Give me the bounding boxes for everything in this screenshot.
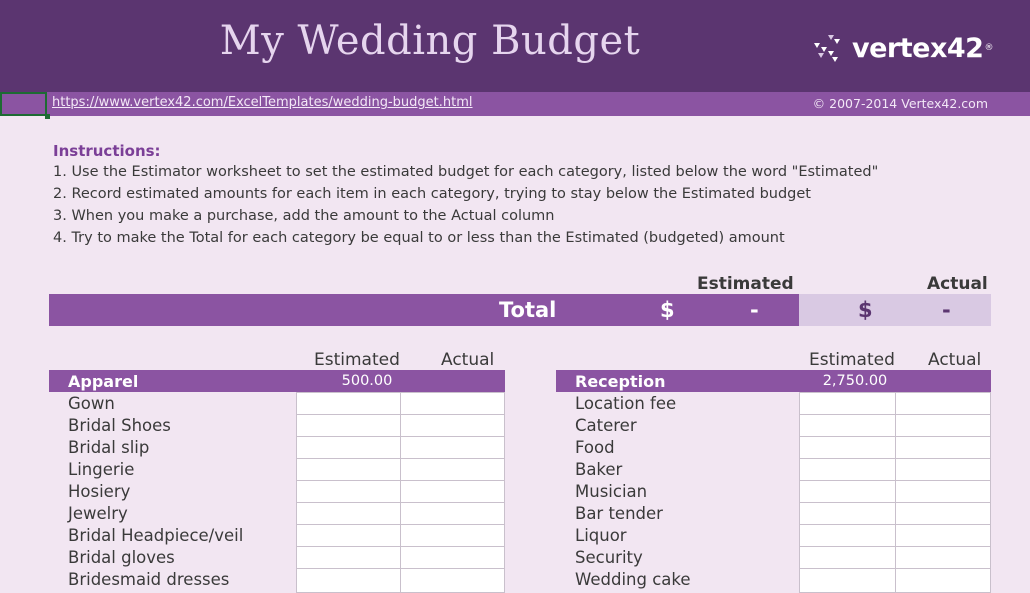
- reception-actual-cell[interactable]: [895, 414, 991, 437]
- reception-actual-cell[interactable]: [895, 392, 991, 415]
- reception-item: Location fee: [575, 394, 677, 413]
- reception-actual-cell[interactable]: [895, 546, 991, 569]
- total-row: [49, 294, 799, 326]
- reception-estimated-cell[interactable]: [799, 392, 896, 415]
- reception-estimated-cell[interactable]: [799, 480, 896, 503]
- apparel-item: Bridal slip: [68, 438, 150, 457]
- apparel-estimated-cell[interactable]: [296, 502, 401, 525]
- apparel-actual-cell[interactable]: [400, 392, 505, 415]
- total-estimated-header: Estimated: [697, 274, 794, 294]
- apparel-item: Hosiery: [68, 482, 131, 501]
- reception-actual-cell[interactable]: [895, 568, 991, 593]
- total-actual-value: -: [942, 298, 951, 322]
- reception-item: Liquor: [575, 526, 627, 545]
- apparel-item: Jewelry: [68, 504, 128, 523]
- vertex42-logo[interactable]: vertex42 ®: [812, 30, 993, 66]
- page-title: My Wedding Budget: [219, 18, 641, 64]
- reception-estimated-cell[interactable]: [799, 436, 896, 459]
- logo-registered-mark: ®: [984, 43, 994, 53]
- reception-item: Security: [575, 548, 643, 567]
- apparel-actual-cell[interactable]: [400, 524, 505, 547]
- total-actual-currency: $: [858, 298, 873, 322]
- instruction-line: 4. Try to make the Total for each catego…: [53, 230, 785, 246]
- reception-item: Caterer: [575, 416, 637, 435]
- apparel-estimated-cell[interactable]: [296, 414, 401, 437]
- apparel-item: Gown: [68, 394, 115, 413]
- reception-item: Wedding cake: [575, 570, 691, 589]
- reception-item: Food: [575, 438, 615, 457]
- reception-estimated-cell[interactable]: [799, 458, 896, 481]
- fill-handle[interactable]: [45, 114, 50, 119]
- instruction-line: 1. Use the Estimator worksheet to set th…: [53, 164, 879, 180]
- total-actual-cell[interactable]: [799, 294, 991, 326]
- reception-estimated-cell[interactable]: [799, 414, 896, 437]
- apparel-item: Lingerie: [68, 460, 135, 479]
- reception-estimated-cell[interactable]: [799, 524, 896, 547]
- total-estimated-value: -: [750, 298, 759, 322]
- apparel-actual-cell[interactable]: [400, 568, 505, 593]
- apparel-estimated-cell[interactable]: [296, 524, 401, 547]
- copyright-text: © 2007-2014 Vertex42.com: [812, 96, 988, 111]
- apparel-estimated-cell[interactable]: [296, 480, 401, 503]
- selected-cell[interactable]: [0, 92, 47, 116]
- instruction-line: 3. When you make a purchase, add the amo…: [53, 208, 555, 224]
- apparel-item: Bridal Shoes: [68, 416, 171, 435]
- vertex-logo-icon: [814, 35, 840, 62]
- instructions-heading: Instructions:: [53, 142, 161, 160]
- apparel-estimated-cell[interactable]: [296, 436, 401, 459]
- reception-item: Baker: [575, 460, 623, 479]
- reception-estimated-cell[interactable]: [799, 502, 896, 525]
- reception-actual-cell[interactable]: [895, 502, 991, 525]
- reception-actual-cell[interactable]: [895, 524, 991, 547]
- reception-estimated-header: Estimated: [809, 350, 895, 370]
- apparel-item: Bridal gloves: [68, 548, 175, 567]
- reception-item: Bar tender: [575, 504, 663, 523]
- apparel-item: Bridal Headpiece/veil: [68, 526, 244, 545]
- reception-estimated-cell[interactable]: [799, 546, 896, 569]
- apparel-actual-cell[interactable]: [400, 458, 505, 481]
- logo-text: vertex42: [852, 32, 984, 64]
- reception-category-name: Reception: [575, 372, 666, 391]
- apparel-estimated-value[interactable]: 500.00: [296, 373, 438, 389]
- apparel-actual-cell[interactable]: [400, 546, 505, 569]
- total-estimated-currency: $: [660, 298, 675, 322]
- apparel-actual-cell[interactable]: [400, 436, 505, 459]
- reception-item: Musician: [575, 482, 648, 501]
- apparel-estimated-cell[interactable]: [296, 392, 401, 415]
- reception-estimated-cell[interactable]: [799, 568, 896, 593]
- reception-actual-header: Actual: [928, 350, 982, 370]
- apparel-actual-cell[interactable]: [400, 414, 505, 437]
- instruction-line: 2. Record estimated amounts for each ite…: [53, 186, 811, 202]
- apparel-actual-cell[interactable]: [400, 502, 505, 525]
- reception-actual-cell[interactable]: [895, 436, 991, 459]
- apparel-actual-cell[interactable]: [400, 480, 505, 503]
- total-label: Total: [499, 298, 557, 322]
- apparel-estimated-cell[interactable]: [296, 546, 401, 569]
- apparel-estimated-header: Estimated: [314, 350, 400, 370]
- apparel-estimated-cell[interactable]: [296, 568, 401, 593]
- apparel-actual-header: Actual: [441, 350, 495, 370]
- reception-actual-cell[interactable]: [895, 480, 991, 503]
- reception-actual-cell[interactable]: [895, 458, 991, 481]
- apparel-category-name: Apparel: [68, 372, 139, 391]
- apparel-estimated-cell[interactable]: [296, 458, 401, 481]
- total-actual-header: Actual: [927, 274, 988, 294]
- reception-estimated-value[interactable]: 2,750.00: [799, 373, 911, 389]
- template-link[interactable]: https://www.vertex42.com/ExcelTemplates/…: [52, 95, 473, 110]
- apparel-item: Bridesmaid dresses: [68, 570, 230, 589]
